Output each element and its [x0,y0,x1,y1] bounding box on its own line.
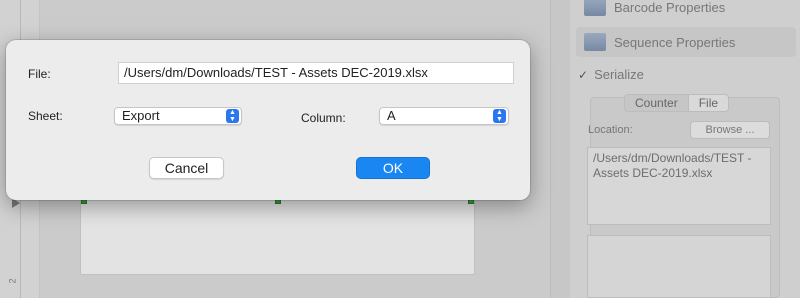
cancel-button[interactable]: Cancel [149,157,224,179]
label-canvas[interactable] [80,195,475,275]
sequence-properties-label: Sequence Properties [614,34,736,50]
sheet-select-value: Export [122,108,160,123]
serialize-checkbox[interactable]: ✓ Serialize [578,67,644,82]
serialize-label: Serialize [594,67,644,82]
browse-button[interactable]: Browse ... [690,121,770,139]
select-chevron-icon: ▲ ▼ [493,109,506,123]
column-label: Column: [301,111,346,125]
sequence-source-tabs: Counter File [624,94,730,112]
ruler-tick-label: 2 [7,278,18,284]
file-label: File: [28,67,51,81]
panel-divider[interactable] [550,0,570,298]
checkmark-icon: ✓ [578,67,589,82]
select-chevron-icon: ▲ ▼ [226,109,239,123]
sequence-properties-item[interactable]: Sequence Properties [576,27,796,57]
barcode-icon [584,0,606,16]
barcode-properties-label: Barcode Properties [614,0,726,15]
location-label: Location: [588,124,633,136]
column-select[interactable]: A ▲ ▼ [379,107,509,125]
file-import-dialog: File: /Users/dm/Downloads/TEST - Assets … [6,40,530,200]
column-select-value: A [387,108,396,123]
ok-button[interactable]: OK [356,157,430,179]
preview-box [587,235,771,298]
barcode-properties-item[interactable]: Barcode Properties [576,0,796,22]
tab-counter[interactable]: Counter [625,95,688,111]
sheet-label: Sheet: [28,109,63,123]
sheet-select[interactable]: Export ▲ ▼ [114,107,242,125]
sequence-icon [584,33,606,51]
tab-file[interactable]: File [687,95,729,111]
location-path-field[interactable]: /Users/dm/Downloads/TEST - Assets DEC-20… [587,147,771,225]
file-path-input[interactable]: /Users/dm/Downloads/TEST - Assets DEC-20… [118,62,514,84]
